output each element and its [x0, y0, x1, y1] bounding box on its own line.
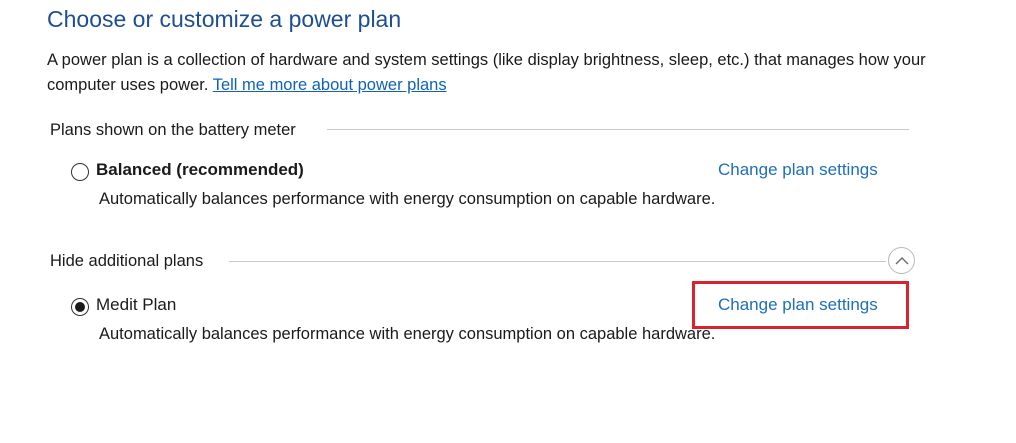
description-text: A power plan is a collection of hardware… — [47, 51, 926, 94]
plan-radio-medit[interactable] — [71, 298, 89, 316]
section-header-label: Hide additional plans — [50, 251, 204, 270]
highlight-annotation-box — [692, 281, 909, 329]
section-header-battery-meter: Plans shown on the battery meter — [50, 119, 296, 141]
section-divider — [327, 129, 909, 130]
plan-description-medit: Automatically balances performance with … — [99, 325, 716, 343]
section-divider — [229, 261, 886, 262]
collapse-plans-button[interactable] — [888, 247, 915, 274]
page-description: A power plan is a collection of hardware… — [47, 48, 947, 98]
plan-description-balanced: Automatically balances performance with … — [99, 190, 716, 208]
radio-selected-dot — [75, 302, 85, 312]
change-plan-settings-link-balanced[interactable]: Change plan settings — [718, 160, 878, 180]
learn-more-link[interactable]: Tell me more about power plans — [213, 76, 447, 94]
page-title: Choose or customize a power plan — [47, 6, 402, 32]
section-header-additional-plans: Hide additional plans — [50, 250, 203, 272]
plan-name-medit[interactable]: Medit Plan — [96, 295, 176, 315]
plan-radio-balanced[interactable] — [71, 163, 89, 181]
plan-name-balanced[interactable]: Balanced (recommended) — [96, 160, 304, 180]
chevron-up-icon — [895, 256, 908, 264]
section-header-label: Plans shown on the battery meter — [50, 120, 296, 139]
